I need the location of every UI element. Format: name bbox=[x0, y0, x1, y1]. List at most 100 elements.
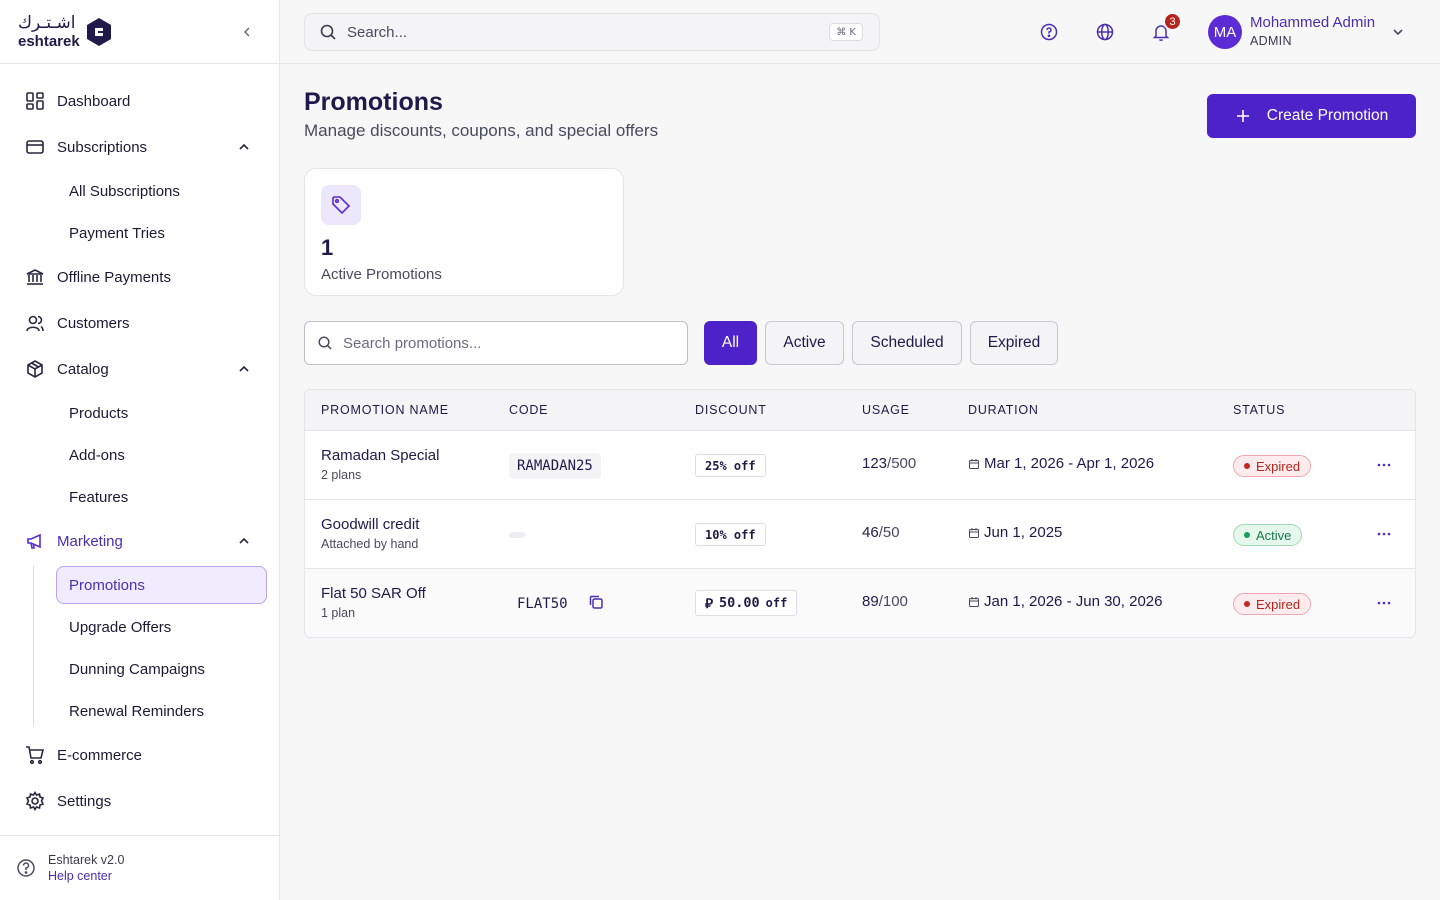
sidebar-item-upgrade-offers[interactable]: Upgrade Offers bbox=[0, 606, 279, 648]
chevron-down-icon bbox=[1393, 29, 1403, 36]
sidebar-item-label: E-commerce bbox=[57, 746, 143, 764]
row-actions-button[interactable] bbox=[1373, 595, 1395, 611]
logo-arabic: اشـتـرك bbox=[18, 12, 76, 33]
discount-badge: ⃁ 50.00 off bbox=[695, 590, 798, 616]
sidebar-item-catalog[interactable]: Catalog bbox=[0, 346, 279, 392]
stat-value: 1 bbox=[321, 235, 334, 260]
active-promotions-card: 1 Active Promotions bbox=[304, 168, 624, 296]
sidebar-item-label: Catalog bbox=[57, 360, 109, 378]
sidebar-item-renewal-reminders[interactable]: Renewal Reminders bbox=[0, 690, 279, 732]
sidebar-item-all-subscriptions[interactable]: All Subscriptions bbox=[0, 170, 279, 212]
usage: 89/100 bbox=[862, 593, 908, 610]
column-header: PROMOTION NAME bbox=[321, 403, 449, 417]
subscriptions-submenu: All Subscriptions Payment Tries bbox=[0, 170, 279, 254]
promotion-plans: 1 plan bbox=[321, 606, 356, 620]
promotions-search-input[interactable]: Search promotions... bbox=[304, 321, 688, 365]
help-center-link[interactable]: Help center bbox=[48, 868, 124, 884]
sidebar-item-dashboard[interactable]: Dashboard bbox=[0, 78, 279, 124]
user-menu[interactable]: MA Mohammed Admin ADMIN bbox=[1208, 14, 1405, 50]
copy-icon[interactable] bbox=[587, 593, 605, 611]
more-horizontal-icon bbox=[1377, 463, 1391, 467]
currency-symbol: ⃁ bbox=[705, 596, 714, 612]
globe-icon[interactable] bbox=[1094, 21, 1116, 43]
table-row[interactable]: Ramadan Special 2 plans RAMADAN25 25% of… bbox=[305, 431, 1415, 500]
sidebar-item-offline-payments[interactable]: Offline Payments bbox=[0, 254, 279, 300]
column-header: CODE bbox=[509, 403, 549, 417]
catalog-submenu: Products Add-ons Features bbox=[0, 392, 279, 518]
duration-text: Jan 1, 2026 - Jun 30, 2026 bbox=[984, 593, 1163, 610]
sidebar-item-subscriptions[interactable]: Subscriptions bbox=[0, 124, 279, 170]
promo-code: RAMADAN25 bbox=[509, 453, 601, 479]
topbar: Search... ⌘ K 3 MA Mohammed Admin ADMIN bbox=[280, 0, 1440, 64]
sidebar-item-promotions[interactable]: Promotions bbox=[56, 566, 267, 604]
sidebar-item-add-ons[interactable]: Add-ons bbox=[0, 434, 279, 476]
sidebar-item-label: Dashboard bbox=[57, 92, 131, 110]
filter-active-button[interactable]: Active bbox=[765, 321, 844, 365]
logo[interactable]: اشـتـرك eshtarek bbox=[18, 12, 80, 50]
dashboard-icon bbox=[24, 90, 46, 112]
user-role: ADMIN bbox=[1250, 34, 1292, 48]
create-promotion-button[interactable]: Create Promotion bbox=[1207, 94, 1416, 138]
column-header: STATUS bbox=[1233, 403, 1286, 417]
notifications-button[interactable]: 3 bbox=[1150, 12, 1182, 43]
usage: 46/50 bbox=[862, 524, 900, 541]
filter-scheduled-button[interactable]: Scheduled bbox=[852, 321, 962, 365]
avatar: MA bbox=[1208, 15, 1242, 49]
stat-label: Active Promotions bbox=[321, 266, 442, 283]
table-row[interactable]: Flat 50 SAR Off 1 plan FLAT50 ⃁ 50.00 off … bbox=[305, 569, 1415, 637]
promotion-name[interactable]: Ramadan Special bbox=[321, 447, 439, 464]
logo-mark-icon bbox=[86, 17, 111, 46]
status-badge: Expired bbox=[1233, 455, 1312, 477]
discount-amount: 50.00 bbox=[719, 595, 760, 611]
more-horizontal-icon bbox=[1377, 601, 1391, 605]
calendar-icon bbox=[969, 458, 979, 469]
user-name: Mohammed Admin bbox=[1250, 14, 1376, 31]
help-icon[interactable] bbox=[1038, 21, 1060, 43]
sidebar-item-customers[interactable]: Customers bbox=[0, 300, 279, 346]
filter-expired-button[interactable]: Expired bbox=[970, 321, 1058, 365]
discount-badge: 10% off bbox=[695, 523, 766, 546]
brand: اشـتـرك eshtarek bbox=[0, 0, 279, 64]
usage-limit: /100 bbox=[878, 593, 908, 610]
usage-limit: /500 bbox=[887, 455, 917, 472]
calendar-icon bbox=[969, 527, 979, 538]
help-circle-icon bbox=[17, 859, 35, 877]
promotion-name[interactable]: Flat 50 SAR Off bbox=[321, 585, 426, 602]
page-title: Promotions bbox=[304, 88, 443, 116]
package-icon bbox=[24, 358, 46, 380]
search-placeholder: Search... bbox=[347, 23, 408, 41]
status-text: Active bbox=[1256, 527, 1292, 543]
sidebar-item-label: Settings bbox=[57, 792, 112, 810]
row-actions-button[interactable] bbox=[1373, 526, 1395, 542]
sidebar-nav: Dashboard Subscriptions All Subscription… bbox=[0, 64, 279, 824]
sidebar-item-payment-tries[interactable]: Payment Tries bbox=[0, 212, 279, 254]
calendar-icon bbox=[969, 596, 979, 607]
global-search-input[interactable]: Search... ⌘ K bbox=[304, 13, 880, 51]
bank-icon bbox=[24, 266, 46, 288]
logo-text: eshtarek bbox=[18, 32, 80, 50]
chevron-left-icon bbox=[243, 27, 250, 37]
sidebar-item-marketing[interactable]: Marketing bbox=[0, 518, 279, 564]
filter-all-button[interactable]: All bbox=[704, 321, 757, 365]
discount-suffix: off bbox=[765, 596, 788, 610]
status-dot bbox=[1244, 601, 1250, 607]
sidebar-item-settings[interactable]: Settings bbox=[0, 778, 279, 824]
sidebar-item-e-commerce[interactable]: E-commerce bbox=[0, 732, 279, 778]
keyboard-shortcut: ⌘ K bbox=[829, 23, 863, 41]
search-placeholder: Search promotions... bbox=[343, 334, 482, 352]
users-icon bbox=[24, 312, 46, 334]
plus-icon bbox=[1236, 110, 1249, 122]
status-badge: Expired bbox=[1233, 593, 1312, 615]
collapse-sidebar-button[interactable] bbox=[237, 22, 257, 42]
row-actions-button[interactable] bbox=[1373, 457, 1395, 473]
sidebar-footer: Eshtarek v2.0 Help center bbox=[0, 835, 279, 900]
sidebar-item-features[interactable]: Features bbox=[0, 476, 279, 518]
sidebar-item-dunning-campaigns[interactable]: Dunning Campaigns bbox=[0, 648, 279, 690]
page-subtitle: Manage discounts, coupons, and special o… bbox=[304, 121, 659, 140]
promotion-name[interactable]: Goodwill credit bbox=[321, 516, 419, 533]
sidebar-item-products[interactable]: Products bbox=[0, 392, 279, 434]
chevron-up-icon bbox=[239, 365, 249, 372]
usage-used: 89 bbox=[862, 593, 879, 610]
usage-used: 123 bbox=[862, 455, 888, 472]
table-row[interactable]: Goodwill credit Attached by hand 10% off… bbox=[305, 500, 1415, 569]
